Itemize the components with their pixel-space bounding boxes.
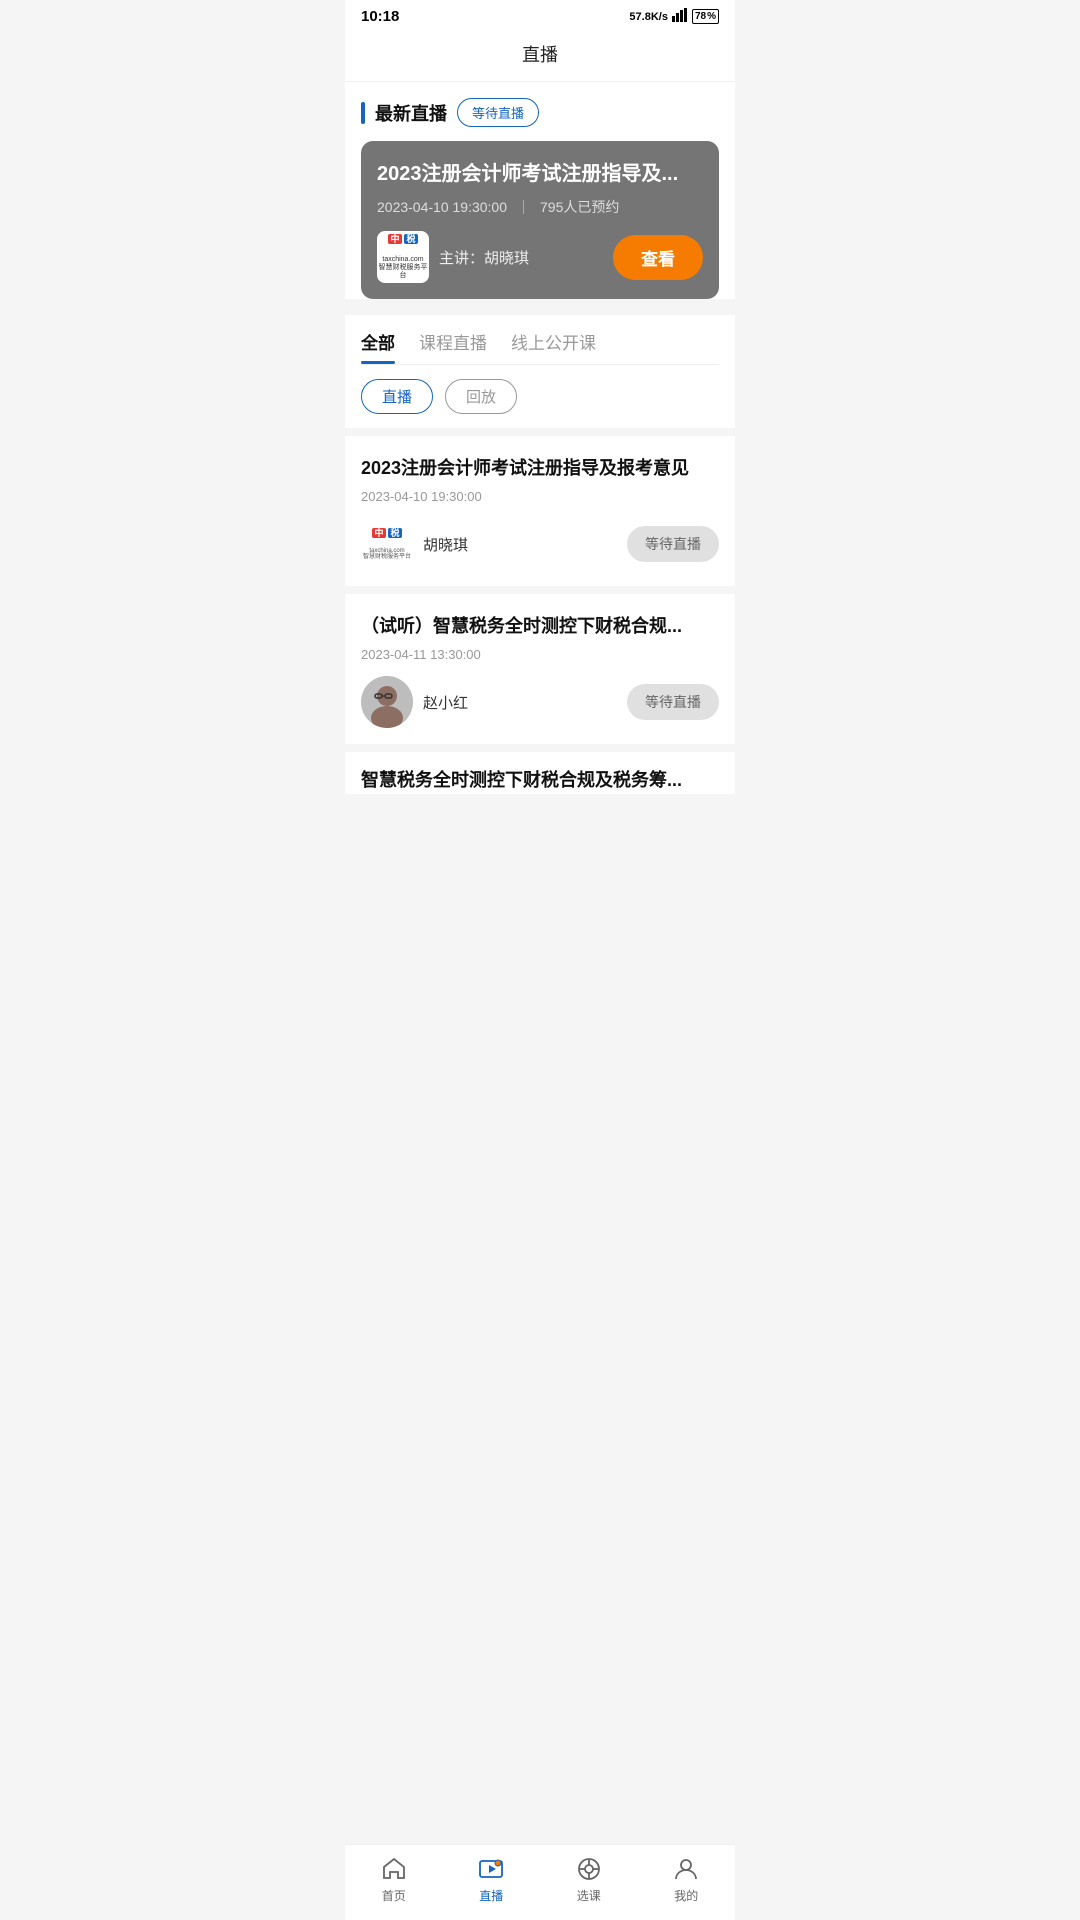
speaker-name: 胡晓琪 [423, 534, 468, 555]
featured-bottom: 中 税 taxchina.com智慧财税服务平台 主讲：胡晓琪 查看 [377, 231, 703, 283]
live-cards-list: 2023注册会计师考试注册指导及报考意见 2023-04-10 19:30:00… [345, 428, 735, 810]
view-button[interactable]: 查看 [613, 235, 703, 280]
card-title: （试听）智慧税务全时测控下财税合规... [361, 614, 719, 639]
nav-course[interactable]: 选课 [540, 1855, 638, 1904]
time: 10:18 [361, 8, 399, 25]
featured-meta: 2023-04-10 19:30:00 795人已预约 [377, 197, 703, 217]
featured-card: 2023注册会计师考试注册指导及... 2023-04-10 19:30:00 … [361, 141, 719, 299]
featured-title: 2023注册会计师考试注册指导及... [377, 161, 703, 187]
section-indicator [361, 102, 365, 124]
card-bottom: 赵小红 等待直播 [361, 676, 719, 728]
card-title: 智慧税务全时测控下财税合规及税务筹... [361, 768, 719, 793]
card-date: 2023-04-10 19:30:00 [361, 489, 719, 504]
latest-live-section: 最新直播 等待直播 2023注册会计师考试注册指导及... 2023-04-10… [345, 82, 735, 299]
status-icons: 57.8K/s 78% [629, 8, 719, 25]
speed: 57.8K/s [629, 11, 668, 23]
section-title: 最新直播 [375, 100, 447, 126]
home-icon [380, 1855, 408, 1883]
live-icon [477, 1855, 505, 1883]
waiting-badge[interactable]: 等待直播 [457, 98, 539, 127]
divider [523, 200, 524, 214]
nav-course-label: 选课 [577, 1887, 601, 1904]
network-icon [672, 8, 688, 25]
card-date: 2023-04-11 13:30:00 [361, 647, 719, 662]
cat-tab-course[interactable]: 课程直播 [419, 329, 487, 364]
filter-section: 全部 课程直播 线上公开课 直播 回放 [345, 315, 735, 428]
card-title: 2023注册会计师考试注册指导及报考意见 [361, 456, 719, 481]
category-tabs: 全部 课程直播 线上公开课 [361, 315, 719, 365]
featured-speaker: 中 税 taxchina.com智慧财税服务平台 主讲：胡晓琪 [377, 231, 529, 283]
nav-home-label: 首页 [382, 1887, 406, 1904]
nav-home[interactable]: 首页 [345, 1855, 443, 1904]
card-speaker: 中 税 taxchina.com智慧财税服务平台 胡晓琪 [361, 518, 468, 570]
nav-profile-label: 我的 [674, 1887, 698, 1904]
live-card: （试听）智慧税务全时测控下财税合规... 2023-04-11 13:30:00 [345, 594, 735, 744]
type-tab-replay[interactable]: 回放 [445, 379, 517, 414]
course-icon [575, 1855, 603, 1883]
nav-live-label: 直播 [479, 1887, 503, 1904]
type-tabs: 直播 回放 [361, 365, 719, 428]
bottom-nav: 首页 直播 选课 [345, 1844, 735, 1920]
speaker-label-text: 主讲：胡晓琪 [439, 247, 529, 268]
speaker-name: 赵小红 [423, 692, 468, 713]
avatar [361, 676, 413, 728]
card-bottom: 中 税 taxchina.com智慧财税服务平台 胡晓琪 等待直播 [361, 518, 719, 570]
svg-text:中: 中 [390, 234, 399, 244]
page-title: 直播 [522, 45, 558, 65]
svg-text:税: 税 [406, 234, 415, 244]
featured-subscribers: 795人已预约 [540, 197, 619, 217]
section-header: 最新直播 等待直播 [361, 98, 719, 127]
brand-logo: 中 税 taxchina.com智慧财税服务平台 [377, 231, 429, 283]
brand-logo-small: 中 税 taxchina.com智慧财税服务平台 [361, 518, 413, 570]
status-bar: 10:18 57.8K/s 78% [345, 0, 735, 29]
waiting-button[interactable]: 等待直播 [627, 526, 719, 562]
battery-icon: 78% [692, 9, 719, 24]
profile-icon [672, 1855, 700, 1883]
nav-profile[interactable]: 我的 [638, 1855, 736, 1904]
waiting-button[interactable]: 等待直播 [627, 684, 719, 720]
type-tab-live[interactable]: 直播 [361, 379, 433, 414]
card-speaker: 赵小红 [361, 676, 468, 728]
page-header: 直播 [345, 29, 735, 82]
svg-text:税: 税 [390, 528, 399, 538]
nav-live[interactable]: 直播 [443, 1855, 541, 1904]
featured-date: 2023-04-10 19:30:00 [377, 199, 507, 215]
svg-text:中: 中 [374, 528, 383, 538]
live-card: 2023注册会计师考试注册指导及报考意见 2023-04-10 19:30:00… [345, 436, 735, 586]
cat-tab-public[interactable]: 线上公开课 [511, 329, 596, 364]
cat-tab-all[interactable]: 全部 [361, 329, 395, 364]
live-card-partial: 智慧税务全时测控下财税合规及税务筹... [345, 752, 735, 793]
